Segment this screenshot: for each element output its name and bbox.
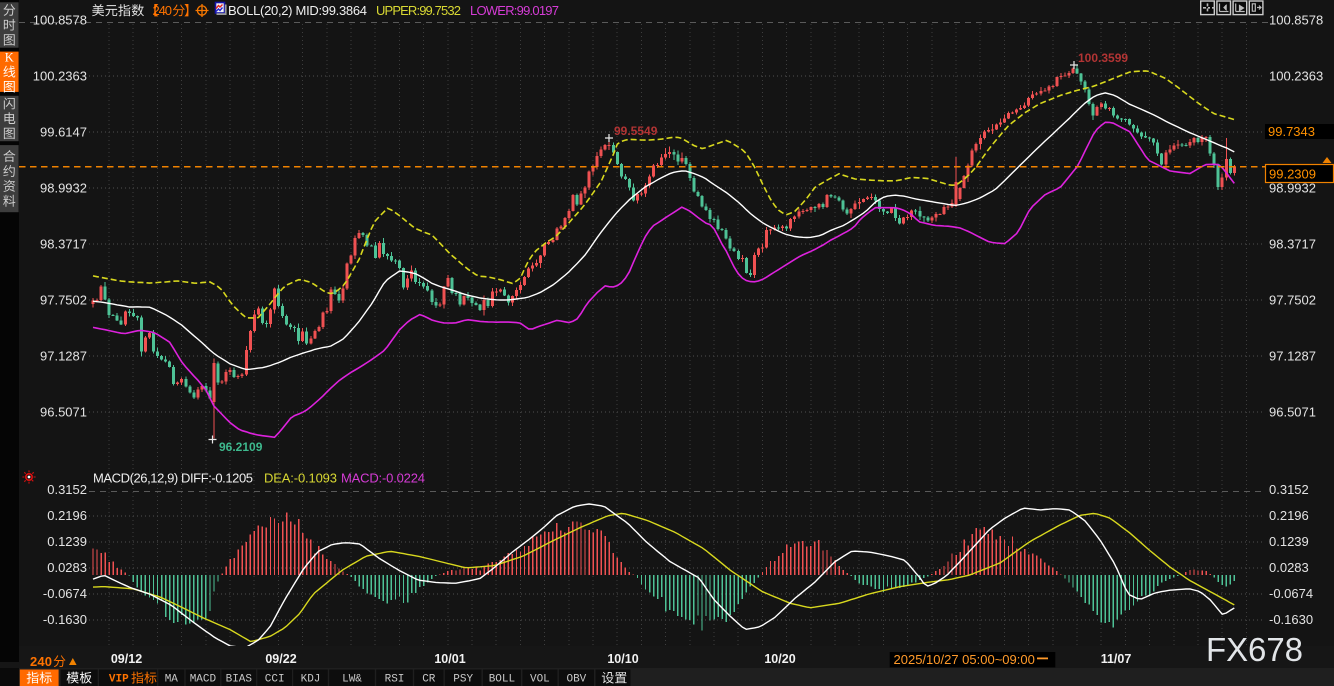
svg-text:100.8578: 100.8578 — [33, 13, 87, 28]
svg-text:240: 240 — [30, 654, 52, 669]
svg-text:09/12: 09/12 — [111, 652, 142, 666]
svg-text:OBV: OBV — [566, 674, 586, 686]
svg-text:0.1239: 0.1239 — [47, 534, 87, 549]
svg-text:96.5071: 96.5071 — [40, 405, 87, 420]
svg-text:99.6147: 99.6147 — [40, 125, 87, 140]
svg-text:0.3152: 0.3152 — [47, 482, 87, 497]
svg-text:MACD:-0.0224: MACD:-0.0224 — [341, 471, 425, 486]
svg-text:0.2196: 0.2196 — [47, 508, 87, 523]
svg-text:2025/10/27 05:00~09:00: 2025/10/27 05:00~09:00 — [894, 652, 1035, 667]
svg-text:0.0283: 0.0283 — [47, 560, 87, 575]
svg-text:96.2109: 96.2109 — [219, 440, 263, 454]
svg-text:0.0283: 0.0283 — [1269, 560, 1309, 575]
svg-text:MACD: MACD — [190, 674, 217, 686]
svg-text:100.2363: 100.2363 — [33, 69, 87, 84]
svg-text:-0.1630: -0.1630 — [1269, 612, 1313, 627]
svg-text:240: 240 — [153, 3, 173, 18]
svg-text:10/10: 10/10 — [607, 652, 638, 666]
svg-text:99.5549: 99.5549 — [614, 124, 658, 138]
svg-text:98.9932: 98.9932 — [40, 181, 87, 196]
svg-text:100.8578: 100.8578 — [1269, 13, 1323, 28]
svg-text:KDJ: KDJ — [301, 674, 321, 686]
svg-text:0.1239: 0.1239 — [1269, 534, 1309, 549]
svg-text:-0.0674: -0.0674 — [1269, 586, 1313, 601]
svg-text:98.3717: 98.3717 — [1269, 237, 1316, 252]
svg-text:PSY: PSY — [453, 674, 473, 686]
svg-text:0.2196: 0.2196 — [1269, 508, 1309, 523]
svg-text:VIP: VIP — [109, 674, 129, 686]
svg-text:RSI: RSI — [385, 674, 405, 686]
svg-text:-0.1630: -0.1630 — [43, 612, 87, 627]
svg-text:UPPER:99.7532: UPPER:99.7532 — [376, 3, 461, 18]
svg-text:10/01: 10/01 — [434, 652, 465, 666]
svg-text:BOLL: BOLL — [489, 674, 515, 686]
svg-text:FX678: FX678 — [1206, 631, 1303, 668]
svg-text:BIAS: BIAS — [226, 674, 253, 686]
svg-text:100.3599: 100.3599 — [1078, 51, 1128, 65]
svg-text:11/07: 11/07 — [1101, 652, 1132, 666]
svg-text:97.1287: 97.1287 — [1269, 349, 1316, 364]
svg-text:97.7502: 97.7502 — [1269, 293, 1316, 308]
svg-text:CCI: CCI — [265, 674, 285, 686]
svg-text:BOLL(20,2) MID:99.3864: BOLL(20,2) MID:99.3864 — [228, 3, 367, 18]
svg-text:97.1287: 97.1287 — [40, 349, 87, 364]
svg-text:K: K — [5, 50, 14, 64]
svg-text:CR: CR — [422, 674, 436, 686]
svg-text:98.3717: 98.3717 — [40, 237, 87, 252]
svg-text:DEA:-0.1093: DEA:-0.1093 — [264, 471, 337, 486]
svg-text:09/22: 09/22 — [265, 652, 296, 666]
svg-text:10/20: 10/20 — [764, 652, 795, 666]
svg-text:99.2309: 99.2309 — [1269, 167, 1316, 182]
svg-text:100.2363: 100.2363 — [1269, 69, 1323, 84]
svg-text:LOWER:99.0197: LOWER:99.0197 — [470, 3, 559, 18]
svg-text:97.7502: 97.7502 — [40, 293, 87, 308]
svg-text:-0.0674: -0.0674 — [43, 586, 87, 601]
svg-text:99.7343: 99.7343 — [1268, 124, 1315, 139]
svg-text:96.5071: 96.5071 — [1269, 405, 1316, 420]
svg-text:LW&: LW& — [342, 674, 362, 686]
svg-text:MACD(26,12,9) DIFF:-0.1205: MACD(26,12,9) DIFF:-0.1205 — [93, 471, 253, 486]
svg-text:0.3152: 0.3152 — [1269, 482, 1309, 497]
svg-text:MA: MA — [165, 674, 179, 686]
svg-text:VOL: VOL — [530, 674, 550, 686]
